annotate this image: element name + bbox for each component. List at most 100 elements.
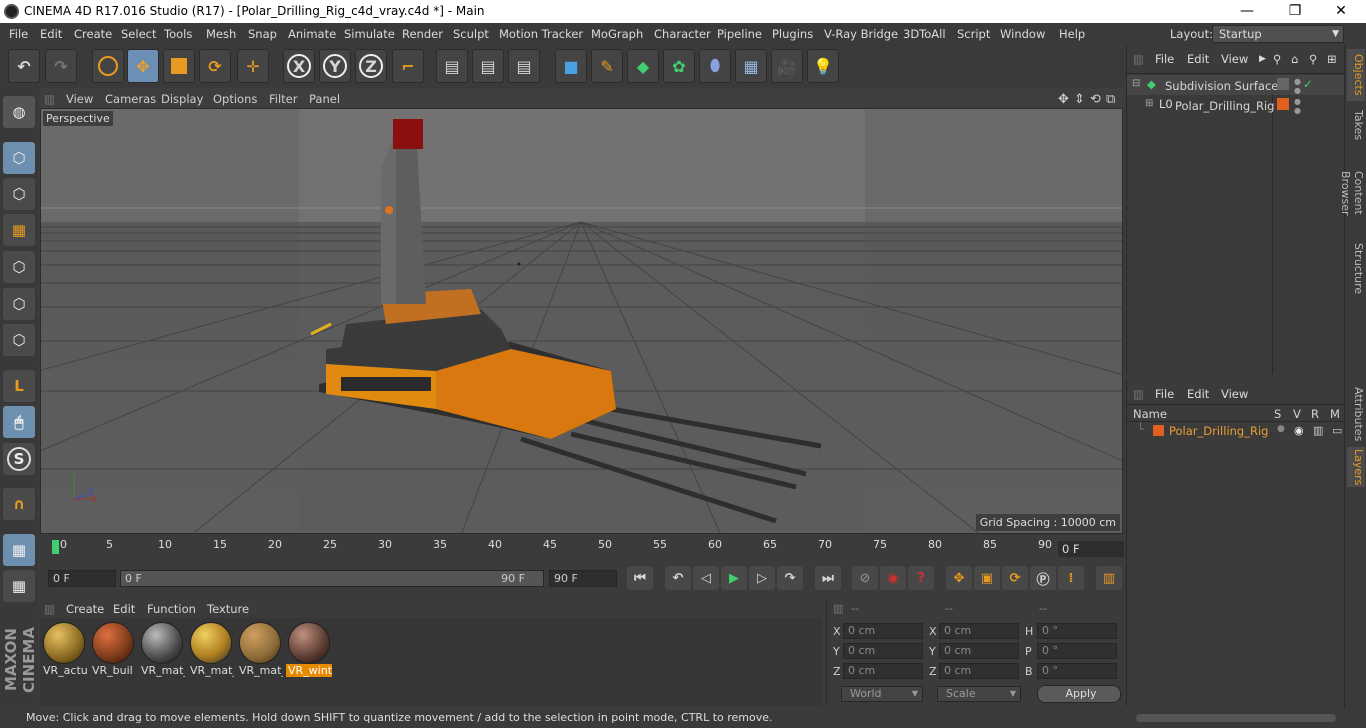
manager-icon[interactable]: ▭ [1332,424,1342,437]
tab-layers[interactable]: Layers [1347,447,1365,487]
rotate-tool-button[interactable]: ⟳ [199,49,231,83]
scale-mode-select[interactable]: Scale ▼ [937,686,1021,702]
menu-3dtoall[interactable]: 3DToAll [903,27,946,41]
home-icon[interactable]: ⌂ [1291,52,1298,66]
magnet-button[interactable]: ∩ [3,488,35,520]
undo-button[interactable]: ↶ [8,49,40,83]
perspective-viewport[interactable]: Y Z X Perspective Grid Spacing : 10000 c… [40,108,1123,534]
more-arrow-icon[interactable]: ▶ [1259,54,1266,64]
start-frame-field[interactable]: 0 F [48,570,116,587]
material-swatch[interactable]: VR_mat_ [139,620,185,680]
add-spline-button[interactable]: ✎ [591,49,623,83]
key-rotation-button[interactable]: ⟳ [1002,566,1028,590]
y-axis-lock-button[interactable]: Y [319,49,351,83]
workplane-lock-button[interactable]: ▦ [3,570,35,602]
texture-mode-button[interactable]: ⬡ [3,178,35,210]
add-light-button[interactable]: 💡 [807,49,839,83]
edges-mode-button[interactable]: ⬡ [3,288,35,320]
add-array-button[interactable]: ✿ [663,49,695,83]
position-x-field[interactable]: 0 cm [843,623,923,639]
layer-menu-file[interactable]: File [1155,387,1174,401]
preview-range-slider[interactable]: 0 F 90 F [120,570,544,587]
workplane-mode-button[interactable]: ▦ [3,214,35,246]
points-mode-button[interactable]: ⬡ [3,251,35,283]
add-floor-button[interactable]: ▦ [735,49,767,83]
render-picture-viewer-button[interactable]: ▤ [472,49,504,83]
material-menu-texture[interactable]: Texture [207,602,249,616]
menu-animate[interactable]: Animate [288,27,336,41]
size-y-field[interactable]: 0 cm [939,643,1019,659]
rotation-p-field[interactable]: 0 ° [1037,643,1117,659]
add-cube-button[interactable]: ■ [555,49,587,83]
new-window-icon[interactable]: ⊞ [1327,52,1337,66]
play-button[interactable]: ▶ [721,566,747,590]
coordinate-mode-select[interactable]: World ▼ [841,686,923,702]
key-scale-button[interactable]: ▣ [974,566,1000,590]
viewport-menu-display[interactable]: Display [161,92,203,106]
viewport-pan-icon[interactable]: ✥ [1058,92,1069,107]
material-menu-function[interactable]: Function [147,602,196,616]
viewport-menu-options[interactable]: Options [213,92,257,106]
minimize-button[interactable]: — [1224,2,1270,22]
menu-character[interactable]: Character [654,27,711,41]
render-settings-button[interactable]: ▤ [508,49,540,83]
viewport-maximize-icon[interactable]: ⧉ [1106,92,1115,107]
viewport-menu-filter[interactable]: Filter [269,92,297,106]
material-swatch[interactable]: VR_buil [90,620,136,680]
make-editable-button[interactable]: ◍ [3,96,35,128]
position-z-field[interactable]: 0 cm [843,663,923,679]
keyframe-selection-button[interactable]: ? [908,566,934,590]
layer-row[interactable]: └ Polar_Drilling_Rig ● ◉ ▥ ▭ [1127,422,1344,440]
transform-tool-button[interactable]: ✛ [237,49,269,83]
layer-color-swatch[interactable] [1153,425,1164,436]
move-tool-button[interactable]: ✥ [127,49,159,83]
workplane-button[interactable]: ▦ [3,534,35,566]
scale-tool-button[interactable] [163,49,195,83]
go-to-start-button[interactable]: ⏮ [627,566,653,590]
layer-menu-view[interactable]: View [1221,387,1248,401]
material-menu-create[interactable]: Create [66,602,104,616]
tweak-mode-button[interactable]: 🖱 [3,406,35,438]
menu-select[interactable]: Select [121,27,156,41]
add-deformer-button[interactable]: ⬮ [699,49,731,83]
snap-button[interactable]: S [3,443,35,475]
menu-help[interactable]: Help [1059,27,1085,41]
rotation-h-field[interactable]: 0 ° [1037,623,1117,639]
search-icon[interactable]: ⚲ [1273,52,1281,66]
previous-frame-button[interactable]: ◁ [693,566,719,590]
record-active-button[interactable]: ⊘ [852,566,878,590]
horizontal-scrollbar[interactable] [1136,714,1336,722]
tab-content-browser[interactable]: Content Browser [1339,149,1365,237]
material-menu-edit[interactable]: Edit [113,602,135,616]
layout-select[interactable]: Startup ▼ [1212,25,1344,43]
position-y-field[interactable]: 0 cm [843,643,923,659]
z-axis-lock-button[interactable]: Z [355,49,387,83]
menu-mesh[interactable]: Mesh [206,27,236,41]
object-menu-edit[interactable]: Edit [1187,52,1209,66]
menu-render[interactable]: Render [402,27,443,41]
menu-create[interactable]: Create [74,27,112,41]
material-swatch-selected[interactable]: VR_wint [286,620,332,680]
add-camera-button[interactable]: 🎥 [771,49,803,83]
go-to-end-button[interactable]: ⏭ [815,566,841,590]
key-parameter-button[interactable]: Ⓟ [1030,566,1056,590]
add-subdivision-button[interactable]: ◆ [627,49,659,83]
next-frame-button[interactable]: ▷ [749,566,775,590]
timeline-ruler[interactable]: 0 5 10 15 20 25 30 35 40 45 50 55 60 65 … [40,534,1124,562]
render-icon[interactable]: ▥ [1313,424,1323,437]
viewport-dolly-icon[interactable]: ⇕ [1074,92,1085,107]
rotation-b-field[interactable]: 0 ° [1037,663,1117,679]
material-swatch[interactable]: VR_mat_ [188,620,234,680]
expand-icon[interactable]: ⊞ [1145,98,1153,109]
maximize-button[interactable]: ❐ [1272,2,1318,22]
menu-sculpt[interactable]: Sculpt [453,27,489,41]
model-mode-button[interactable]: ⬡ [3,142,35,174]
key-position-button[interactable]: ✥ [946,566,972,590]
x-axis-lock-button[interactable]: X [283,49,315,83]
polygons-mode-button[interactable]: ⬡ [3,324,35,356]
axis-mode-button[interactable]: L [3,370,35,402]
menu-mograph[interactable]: MoGraph [591,27,643,41]
key-pla-button[interactable]: ⁞ [1058,566,1084,590]
viewport-menu-cameras[interactable]: Cameras [105,92,156,106]
material-swatch[interactable]: VR_actu [41,620,87,680]
